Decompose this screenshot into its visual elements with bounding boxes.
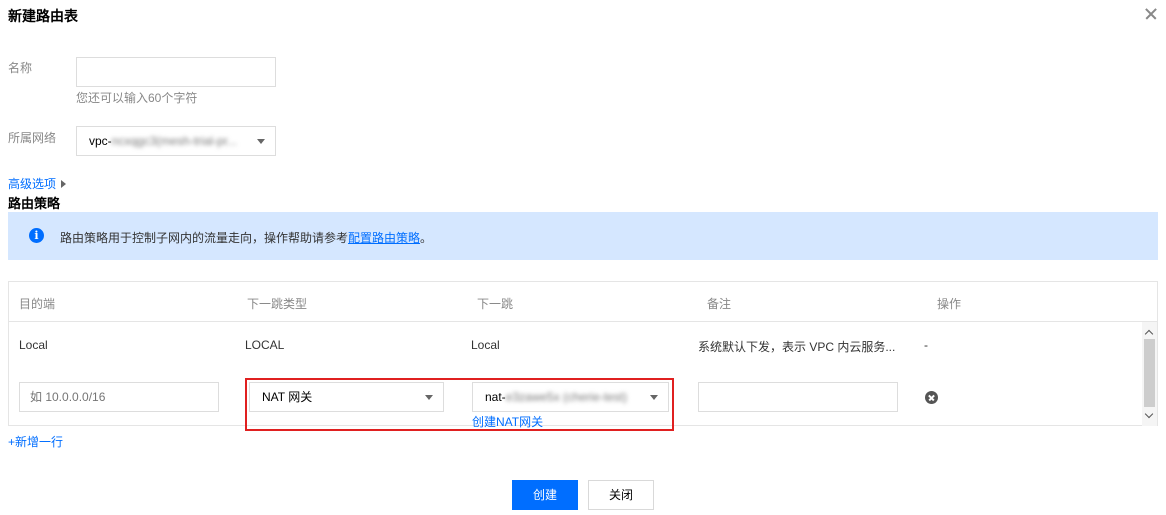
caret-right-icon [61, 180, 67, 188]
network-select-prefix: vpc- [89, 134, 112, 148]
table-scrollbar[interactable] [1142, 322, 1157, 426]
close-button[interactable]: 关闭 [588, 480, 654, 510]
chevron-down-icon [257, 139, 265, 144]
close-icon[interactable] [1141, 4, 1161, 24]
name-label: 名称 [8, 61, 33, 75]
header-next-hop-type: 下一跳类型 [247, 297, 308, 311]
network-label: 所属网络 [8, 131, 57, 145]
info-text: 路由策略用于控制子网内的流量走向，操作帮助请参考配置路由策略。 [60, 229, 432, 246]
info-text-suffix: 。 [420, 231, 433, 245]
advanced-options-toggle[interactable]: 高级选项 [8, 175, 67, 192]
info-text-body: 路由策略用于控制子网内的流量走向，操作帮助请参考 [60, 231, 349, 245]
scroll-down-icon[interactable] [1145, 412, 1153, 420]
header-divider [9, 321, 1157, 322]
name-input[interactable] [76, 57, 276, 87]
row-local-remark: 系统默认下发，表示 VPC 内云服务... [698, 340, 896, 354]
route-policy-title: 路由策略 [8, 196, 61, 211]
info-icon: i [29, 228, 44, 243]
info-banner: i 路由策略用于控制子网内的流量走向，操作帮助请参考配置路由策略。 [8, 212, 1158, 260]
network-select[interactable]: vpc-ncxqgc3(mesh-trial-pr... [76, 126, 276, 156]
row-local-destination: Local [19, 338, 48, 352]
row-local-next-hop-type: LOCAL [245, 338, 285, 352]
header-destination: 目的端 [19, 297, 56, 311]
scroll-up-icon[interactable] [1145, 328, 1153, 336]
remark-input[interactable] [698, 382, 898, 412]
highlight-box [245, 378, 674, 431]
header-remark: 备注 [707, 297, 732, 311]
config-route-policy-link[interactable]: 配置路由策略 [348, 231, 420, 245]
header-action: 操作 [937, 297, 962, 311]
add-row-link[interactable]: +新增一行 [8, 433, 63, 450]
header-next-hop: 下一跳 [477, 297, 514, 311]
advanced-options-label: 高级选项 [8, 177, 57, 191]
name-hint: 您还可以输入60个字符 [76, 91, 198, 105]
scroll-thumb[interactable] [1144, 339, 1155, 407]
row-local-action: - [924, 338, 928, 352]
remove-row-icon[interactable] [925, 391, 938, 404]
dialog-title: 新建路由表 [8, 8, 78, 24]
create-button[interactable]: 创建 [512, 480, 578, 510]
network-select-value: ncxqgc3(mesh-trial-pr... [111, 134, 238, 148]
row-local-next-hop: Local [471, 338, 500, 352]
destination-input[interactable] [19, 382, 219, 412]
